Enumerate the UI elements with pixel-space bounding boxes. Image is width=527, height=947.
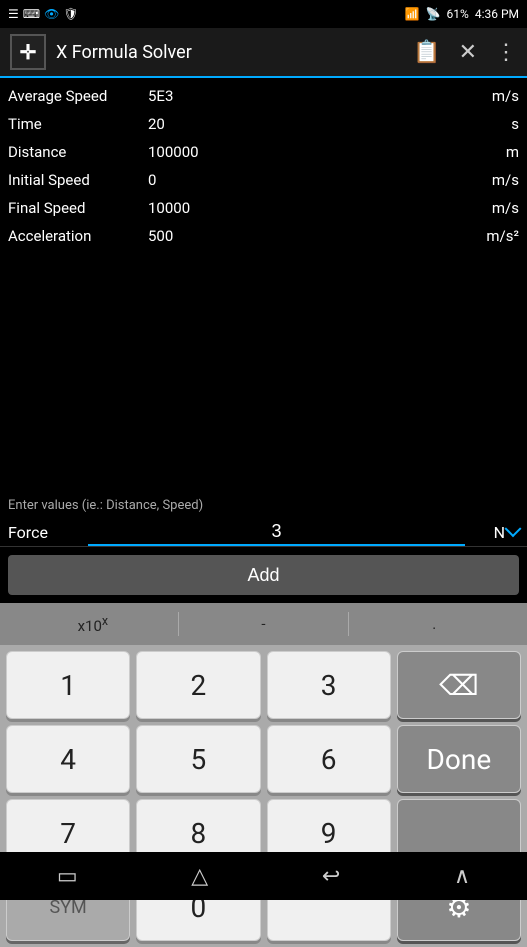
dot-key[interactable]: . [349, 615, 519, 633]
key-3[interactable]: 3 [267, 651, 391, 719]
add-button[interactable]: Add [8, 555, 519, 595]
formula-label: Final Speed [8, 199, 148, 217]
formula-value: 100000 [148, 143, 459, 161]
eye-icon: 👁 [44, 7, 59, 21]
formula-value: 500 [148, 227, 459, 245]
formula-label: Acceleration [8, 227, 148, 245]
signal-icon: 📶 [405, 7, 420, 21]
battery-text: 61% [447, 7, 469, 21]
formula-label: Distance [8, 143, 148, 161]
key-2[interactable]: 2 [136, 651, 260, 719]
key-done[interactable]: Done [397, 725, 521, 793]
status-bar: ☰ ⌨ 👁 🛡 📶 📡 61% 4:36 PM [0, 0, 527, 28]
formula-row: Acceleration 500 m/s² [8, 222, 519, 250]
formula-unit: m [459, 143, 519, 161]
formula-row: Initial Speed 0 m/s [8, 166, 519, 194]
recent-apps-icon[interactable]: ▭ [57, 864, 78, 889]
status-left-icons: ☰ ⌨ 👁 🛡 [8, 7, 79, 21]
wifi-icon: 📡 [426, 7, 441, 21]
key-1[interactable]: 1 [6, 651, 130, 719]
title-bar: ✛ X Formula Solver 📋 ✕ ⋮ [0, 28, 527, 78]
nav-bar: ▭ △ ↩ ∧ [0, 852, 527, 900]
minus-key[interactable]: - [179, 615, 349, 633]
time-display: 4:36 PM [475, 7, 519, 21]
input-handle [505, 520, 522, 537]
key-4[interactable]: 4 [6, 725, 130, 793]
clipboard-icon[interactable]: 📋 [413, 40, 440, 65]
keyboard: 123⌫456Done789SYM0⚙ [0, 645, 527, 947]
key-3[interactable]: ⌫ [397, 651, 521, 719]
x10-key[interactable]: x10x [8, 614, 178, 635]
plus-crosshair-icon: ✛ [20, 40, 37, 64]
hide-keyboard-icon[interactable]: ∧ [454, 864, 470, 889]
formula-row: Average Speed 5E3 m/s [8, 82, 519, 110]
force-unit: N [465, 523, 505, 542]
formula-unit: m/s [459, 87, 519, 105]
input-hint: Enter values (ie.: Distance, Speed) [0, 494, 527, 517]
formula-label: Average Speed [8, 87, 148, 105]
keyboard-icon: ⌨ [23, 7, 40, 21]
shield-icon: 🛡 [63, 7, 78, 21]
home-icon[interactable]: △ [191, 864, 208, 889]
formula-label: Time [8, 115, 148, 133]
formula-value: 20 [148, 115, 459, 133]
input-row: Force N [0, 517, 527, 547]
formula-row: Time 20 s [8, 110, 519, 138]
keyboard-top-row: x10x - . [0, 603, 527, 645]
formula-unit: s [459, 115, 519, 133]
formula-value: 5E3 [148, 87, 459, 105]
formula-label: Initial Speed [8, 171, 148, 189]
app-icon: ✛ [10, 34, 46, 70]
force-label: Force [8, 523, 88, 542]
menu-icon: ☰ [8, 7, 19, 21]
formula-value: 0 [148, 171, 459, 189]
key-6[interactable]: 6 [267, 725, 391, 793]
formula-unit: m/s [459, 171, 519, 189]
formula-row: Distance 100000 m [8, 138, 519, 166]
more-options-icon[interactable]: ⋮ [495, 40, 517, 65]
formula-value: 10000 [148, 199, 459, 217]
formula-unit: m/s² [459, 227, 519, 245]
force-input[interactable] [88, 519, 465, 546]
formula-table: Average Speed 5E3 m/s Time 20 s Distance… [0, 78, 527, 254]
middle-area [0, 254, 527, 494]
back-icon[interactable]: ↩ [322, 864, 340, 889]
key-5[interactable]: 5 [136, 725, 260, 793]
formula-row: Final Speed 10000 m/s [8, 194, 519, 222]
formula-unit: m/s [459, 199, 519, 217]
title-actions: 📋 ✕ ⋮ [413, 40, 517, 65]
status-right-icons: 📶 📡 61% 4:36 PM [405, 7, 519, 21]
app-title: X Formula Solver [56, 42, 403, 63]
close-icon[interactable]: ✕ [459, 40, 477, 65]
